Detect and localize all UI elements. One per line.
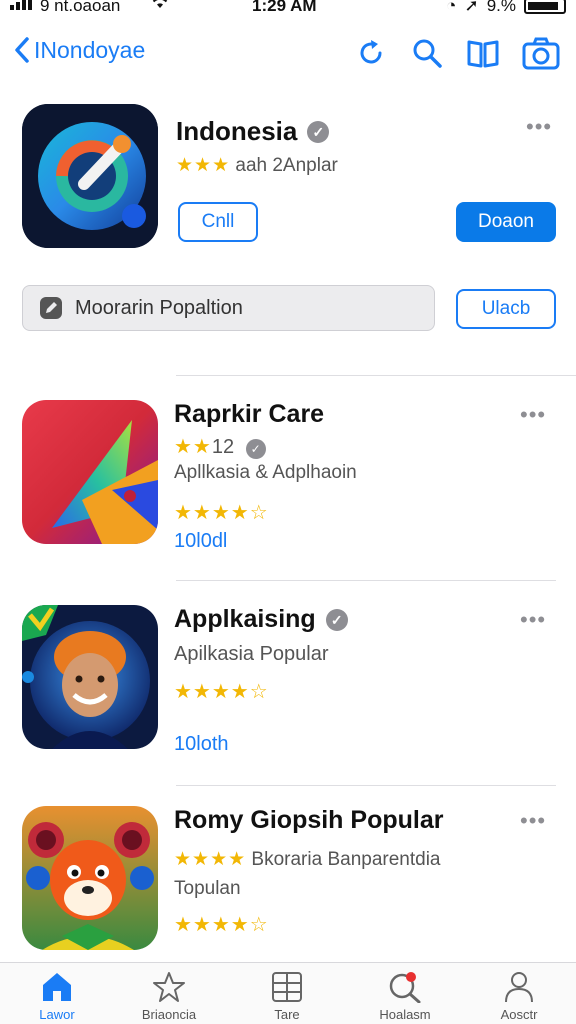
star-rating-icon: ★★: [174, 436, 212, 458]
battery-icon: [524, 0, 566, 14]
home-icon: [43, 973, 71, 1001]
tab-featured[interactable]: Briaoncia: [114, 971, 224, 1022]
get-button[interactable]: Doaon: [456, 202, 556, 242]
empty-star-icon: ☆: [249, 502, 269, 524]
chevron-left-icon: [15, 37, 29, 63]
status-bar: 9 nt.oaoan 1:29 AM ◔ ➚ 9.%: [0, 0, 576, 18]
app-link[interactable]: 10loth: [174, 733, 229, 756]
app-meta: ★★★★ Bkoraria Banparentdia: [174, 849, 441, 870]
app-title: Indonesia ✓: [176, 116, 330, 147]
search-button[interactable]: Ulacb: [456, 289, 556, 329]
list-item[interactable]: Raprkir Care ★★12 ✓ Apllkasia & Adplhaoi…: [22, 400, 562, 560]
tab-categories[interactable]: Tare: [232, 971, 342, 1022]
app-category: Topulan: [174, 878, 241, 899]
star-rating-icon: ★★★★: [174, 849, 247, 870]
app-title: Raprkir Care: [174, 400, 325, 428]
app-title: Applkaising ✓: [174, 605, 348, 634]
app-icon[interactable]: [22, 104, 158, 248]
divider: [176, 375, 576, 376]
empty-star-icon: ☆: [249, 681, 269, 703]
star-rating-icon: ★★★★: [174, 914, 250, 936]
featured-app: Indonesia ✓ ★★★ aah 2Anplar Cnll Doaon •…: [22, 104, 562, 254]
divider: [176, 580, 556, 581]
app-title: Romy Giopsih Popular: [174, 806, 444, 834]
more-icon[interactable]: •••: [520, 402, 546, 428]
star-icon: [153, 972, 185, 1002]
back-button[interactable]: INondoyae: [14, 36, 145, 64]
battery-percent: 9.%: [486, 0, 516, 15]
alarm-icon: ◔: [446, 0, 457, 15]
back-label: INondoyae: [34, 36, 146, 63]
secondary-button[interactable]: Cnll: [178, 202, 258, 242]
clock: 1:29 AM: [252, 0, 317, 15]
verified-icon: ✓: [245, 439, 266, 459]
app-icon[interactable]: [22, 605, 158, 749]
carrier-label: 9 nt.oaoan: [40, 0, 121, 15]
tab-account[interactable]: Aosctr: [464, 971, 574, 1022]
empty-star-icon: ☆: [249, 914, 269, 936]
more-icon[interactable]: •••: [520, 808, 546, 834]
star-rating-icon: ★★★: [176, 155, 231, 176]
refresh-icon[interactable]: [354, 36, 388, 70]
app-category: Apllkasia & Adplhaoin: [174, 462, 357, 483]
list-item[interactable]: Applkaising ✓ Apilkasia Popular ★★★★☆ 10…: [22, 605, 562, 765]
app-link[interactable]: 10l0dl: [174, 530, 227, 553]
app-category: Apilkasia Popular: [174, 643, 329, 665]
rating-stars: ★★★★☆: [174, 912, 269, 937]
app-icon[interactable]: [22, 806, 158, 950]
verified-icon: ✓: [307, 120, 330, 143]
search-icon[interactable]: [410, 36, 444, 70]
search-icon: [389, 972, 421, 1003]
divider: [176, 785, 556, 786]
edit-icon: [40, 297, 62, 319]
navigation-bar: INondoyae: [0, 30, 576, 80]
verified-icon: ✓: [325, 608, 348, 631]
book-icon[interactable]: [466, 36, 500, 70]
star-rating-icon: ★★★★: [174, 502, 250, 524]
app-icon[interactable]: [22, 400, 158, 544]
tab-search[interactable]: Hoalasm: [350, 971, 460, 1022]
wifi-icon: [150, 0, 170, 15]
grid-icon: [272, 972, 302, 1002]
location-icon: ➚: [464, 0, 479, 15]
more-icon[interactable]: •••: [526, 114, 552, 140]
rating-stars: ★★★★☆: [174, 500, 269, 525]
more-icon[interactable]: •••: [520, 607, 546, 633]
list-item[interactable]: Romy Giopsih Popular ★★★★ Bkoraria Banpa…: [22, 806, 562, 966]
rating-stars: ★★★★☆: [174, 679, 269, 704]
app-meta: ★★12 ✓: [174, 434, 266, 459]
app-rating: ★★★ aah 2Anplar: [176, 155, 338, 176]
star-rating-icon: ★★★★: [174, 681, 250, 703]
camera-icon[interactable]: [522, 36, 560, 70]
person-icon: [505, 972, 533, 1003]
signal-icon: [10, 0, 32, 10]
tab-bar: Lawor Briaoncia Tare Hoalasm Aosctr: [0, 962, 576, 1024]
search-field[interactable]: Moorarin Popaltion: [22, 285, 435, 331]
tab-home[interactable]: Lawor: [2, 971, 112, 1022]
search-text: Moorarin Popaltion: [75, 296, 243, 319]
